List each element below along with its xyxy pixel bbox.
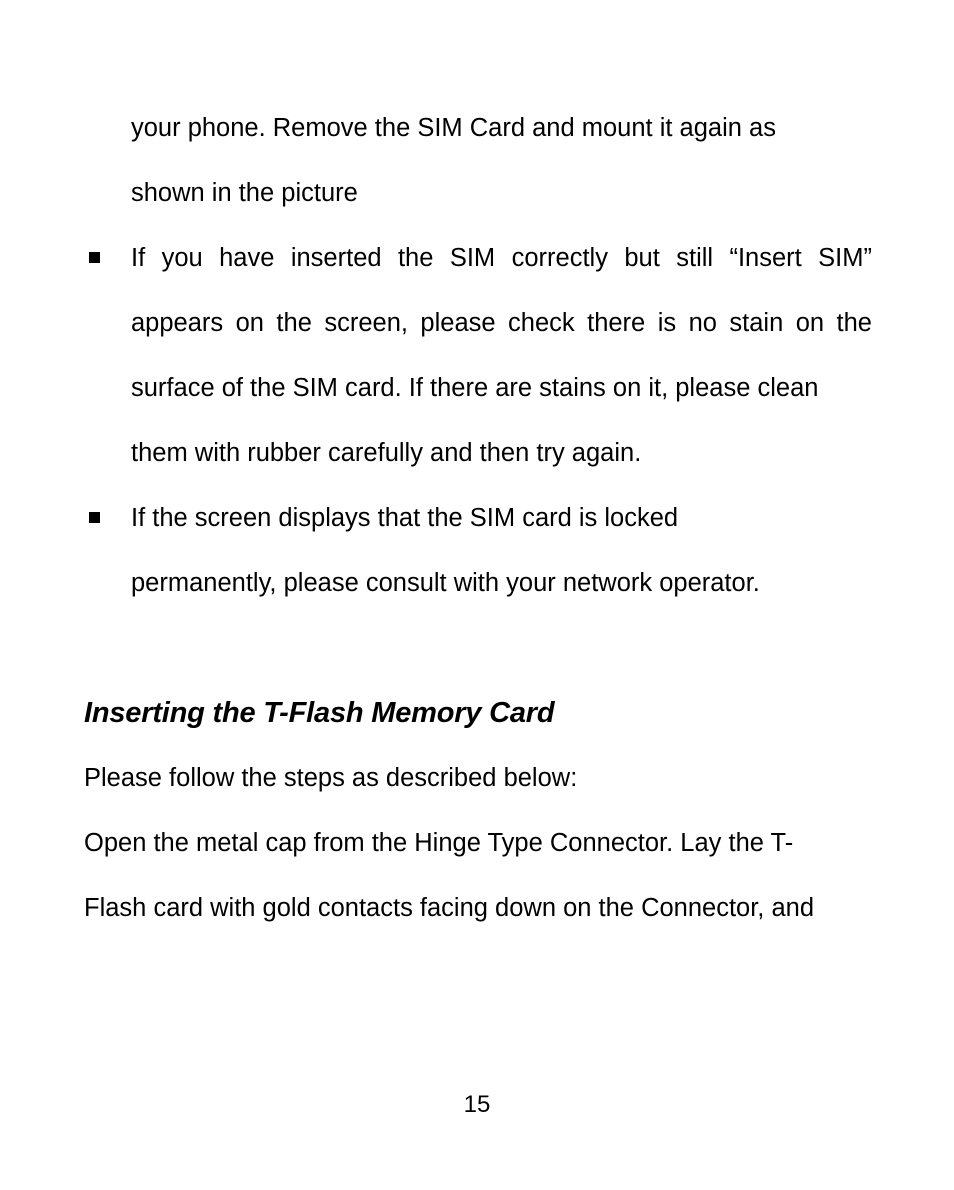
section-intro-line-1: Please follow the steps as described bel…: [84, 764, 578, 792]
document-page: your phone. Remove the SIM Card and moun…: [0, 0, 954, 1190]
list-item-line-2: appears on the screen, please check ther…: [131, 309, 872, 337]
square-bullet-icon: [89, 252, 100, 263]
list-item-line-3: surface of the SIM card. If there are st…: [131, 374, 819, 402]
continued-paragraph-line-2: shown in the picture: [131, 179, 358, 207]
continued-paragraph-line-1: your phone. Remove the SIM Card and moun…: [131, 114, 776, 142]
section-heading: Inserting the T-Flash Memory Card: [84, 697, 555, 729]
square-bullet-icon: [89, 512, 100, 523]
page-number: 15: [463, 1091, 491, 1118]
list-item-line-4: them with rubber carefully and then try …: [131, 439, 642, 467]
section-intro-paragraph: Please follow the steps as described bel…: [84, 746, 872, 811]
continued-paragraph: your phone. Remove the SIM Card and moun…: [84, 96, 872, 226]
page-content: your phone. Remove the SIM Card and moun…: [84, 96, 872, 941]
list-item-line-1: If the screen displays that the SIM card…: [131, 504, 679, 532]
section-step-line-1: Open the metal cap from the Hinge Type C…: [84, 829, 794, 857]
section-step-line-2: Flash card with gold contacts facing dow…: [84, 894, 815, 922]
list-item: If the screen displays that the SIM card…: [84, 486, 872, 616]
section-step-paragraph: Open the metal cap from the Hinge Type C…: [84, 811, 872, 941]
list-item-line-1: If you have inserted the SIM correctly b…: [131, 244, 872, 272]
list-item-line-2: permanently, please consult with your ne…: [131, 569, 760, 597]
list-item: If you have inserted the SIM correctly b…: [84, 226, 872, 486]
troubleshooting-bullet-list: If you have inserted the SIM correctly b…: [84, 226, 872, 616]
